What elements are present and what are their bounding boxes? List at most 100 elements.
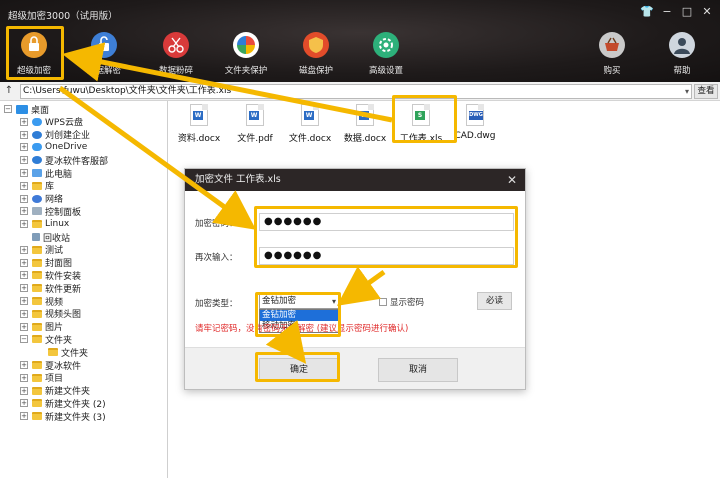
tree-item[interactable]: − 文件夹 bbox=[20, 333, 73, 346]
toolbar-help[interactable]: 帮助 bbox=[654, 32, 710, 76]
tree-item-label: 库 bbox=[45, 182, 55, 193]
expand-icon[interactable]: + bbox=[20, 143, 28, 152]
tree-item[interactable]: + OneDrive bbox=[20, 141, 87, 153]
show-password-checkbox[interactable] bbox=[379, 298, 387, 306]
tree-item[interactable]: + 此电脑 bbox=[20, 167, 72, 180]
tree-item-label: 视频头图 bbox=[45, 310, 82, 321]
pc-icon bbox=[32, 169, 42, 177]
expand-icon[interactable]: + bbox=[20, 297, 28, 305]
tree-item[interactable]: + 视频头图 bbox=[20, 308, 81, 320]
tree-item[interactable]: 文件夹 bbox=[36, 346, 89, 359]
expand-icon[interactable]: + bbox=[20, 361, 28, 369]
expand-icon[interactable]: + bbox=[20, 130, 28, 139]
expand-icon[interactable]: + bbox=[20, 412, 28, 421]
tree-item[interactable]: + 软件更新 bbox=[20, 282, 81, 295]
tree-item-label: 回收站 bbox=[43, 233, 71, 244]
file-item[interactable]: W 文件.pdf bbox=[227, 101, 283, 144]
user-icon bbox=[32, 130, 42, 139]
collapse-icon[interactable]: − bbox=[20, 335, 28, 344]
close-icon[interactable]: ✕ bbox=[507, 169, 517, 191]
expand-icon[interactable]: + bbox=[20, 207, 28, 216]
tree-item[interactable]: + 网络 bbox=[20, 193, 63, 205]
tree-item-label: 文件夹 bbox=[45, 335, 73, 346]
maximize-icon[interactable]: □ bbox=[680, 5, 694, 19]
tree-item[interactable]: 回收站 bbox=[20, 231, 71, 244]
expand-icon[interactable]: + bbox=[20, 386, 28, 395]
tree-item[interactable]: + 新建文件夹 (2) bbox=[20, 397, 106, 410]
cloud-icon bbox=[32, 117, 42, 126]
up-button[interactable]: ↑ bbox=[2, 84, 16, 98]
settings-icon bbox=[373, 32, 399, 58]
expand-icon[interactable]: + bbox=[20, 284, 28, 293]
toolbar-disk-protect[interactable]: 磁盘保护 bbox=[288, 32, 344, 76]
toolbar-folder-protect[interactable]: 文件夹保护 bbox=[218, 32, 274, 76]
tree-item[interactable]: + 新建文件夹 (3) bbox=[20, 410, 106, 423]
tree-item[interactable]: + 控制面板 bbox=[20, 205, 81, 218]
cancel-button[interactable]: 取消 bbox=[378, 358, 458, 382]
tree-item[interactable]: + WPS云盘 bbox=[20, 116, 83, 128]
expand-icon[interactable]: + bbox=[20, 373, 28, 382]
tree-item-label: OneDrive bbox=[45, 142, 88, 153]
tree-item[interactable]: + 夏冰软件 bbox=[20, 359, 82, 372]
dialog-header: 加密文件 工作表.xls ✕ bbox=[185, 169, 525, 191]
expand-icon[interactable]: + bbox=[20, 309, 28, 318]
expand-icon[interactable]: + bbox=[20, 258, 28, 267]
folder-icon bbox=[32, 335, 42, 344]
show-password-label: 显示密码 bbox=[390, 298, 425, 308]
tree-item-label: 新建文件夹 (3) bbox=[45, 412, 106, 423]
toolbar-shred[interactable]: 数据粉碎 bbox=[148, 32, 204, 76]
folder-icon bbox=[32, 258, 42, 267]
file-item[interactable]: W 数据.docx bbox=[337, 101, 393, 144]
pinwheel-icon bbox=[233, 32, 259, 58]
expand-icon[interactable]: + bbox=[20, 181, 28, 190]
tree-item[interactable]: + 软件安装 bbox=[20, 269, 81, 282]
expand-icon[interactable]: + bbox=[20, 399, 28, 408]
expand-icon[interactable]: + bbox=[20, 169, 28, 177]
tree-item[interactable]: + 项目 bbox=[20, 372, 63, 384]
skin-icon[interactable]: 👕 bbox=[640, 5, 654, 19]
tree-item-label: 文件夹 bbox=[61, 348, 89, 359]
grey-icon bbox=[32, 207, 42, 216]
unlock-icon bbox=[91, 32, 117, 58]
tree-item-label: 夏冰软件 bbox=[45, 361, 82, 372]
folder-icon bbox=[32, 220, 42, 229]
tree-item[interactable]: + Linux bbox=[20, 218, 69, 230]
file-item[interactable]: W 文件.docx bbox=[282, 101, 338, 144]
minimize-icon[interactable]: − bbox=[660, 5, 674, 19]
tree-item[interactable]: − 桌面 bbox=[4, 103, 50, 116]
toolbar-decrypt[interactable]: 数据解密 bbox=[76, 32, 132, 76]
collapse-icon[interactable]: − bbox=[4, 105, 12, 113]
tree-item[interactable]: + 刘创建企业 bbox=[20, 129, 90, 141]
app-title: 超级加密3000（试用版） bbox=[8, 11, 118, 22]
toolbar-settings[interactable]: 高级设置 bbox=[358, 32, 414, 76]
file-item[interactable]: W 资料.docx bbox=[171, 101, 227, 144]
tree-item[interactable]: + 视频 bbox=[20, 295, 64, 308]
tree-item[interactable]: + 新建文件夹 bbox=[20, 385, 90, 397]
expand-icon[interactable]: + bbox=[20, 220, 28, 229]
tree-item-label: 视频 bbox=[45, 297, 64, 308]
highlight-worksheet-file bbox=[392, 95, 457, 143]
toolbar-buy[interactable]: 购买 bbox=[584, 32, 640, 76]
must-read-button[interactable]: 必读 bbox=[477, 292, 512, 310]
path-input[interactable]: C:\Users\fuwu\Desktop\文件夹\文件夹\工作表.xls ▾ bbox=[20, 84, 692, 99]
path-text: C:\Users\fuwu\Desktop\文件夹\文件夹\工作表.xls bbox=[23, 86, 232, 96]
expand-icon[interactable]: + bbox=[20, 271, 28, 280]
tree-item[interactable]: + 图片 bbox=[20, 321, 63, 333]
shield-icon bbox=[303, 32, 329, 58]
close-icon[interactable]: ✕ bbox=[700, 5, 714, 19]
tree-item[interactable]: + 封面图 bbox=[20, 257, 72, 269]
chevron-down-icon[interactable]: ▾ bbox=[685, 85, 689, 98]
expand-icon[interactable]: + bbox=[20, 194, 28, 203]
tree-item[interactable]: + 夏冰软件客服部 bbox=[20, 154, 108, 167]
expand-icon[interactable]: + bbox=[20, 245, 28, 254]
user-icon bbox=[669, 32, 695, 58]
tree-item-label: 桌面 bbox=[31, 105, 50, 116]
expand-icon[interactable]: + bbox=[20, 322, 28, 331]
tree-item[interactable]: + 测试 bbox=[20, 244, 63, 256]
expand-icon[interactable]: + bbox=[20, 156, 28, 165]
tree-item-label: Linux bbox=[45, 219, 70, 230]
tree-item-label: 新建文件夹 (2) bbox=[45, 399, 106, 410]
expand-icon[interactable]: + bbox=[20, 117, 28, 126]
tree-item[interactable]: + 库 bbox=[20, 180, 54, 192]
view-button[interactable]: 查看 bbox=[694, 84, 718, 99]
